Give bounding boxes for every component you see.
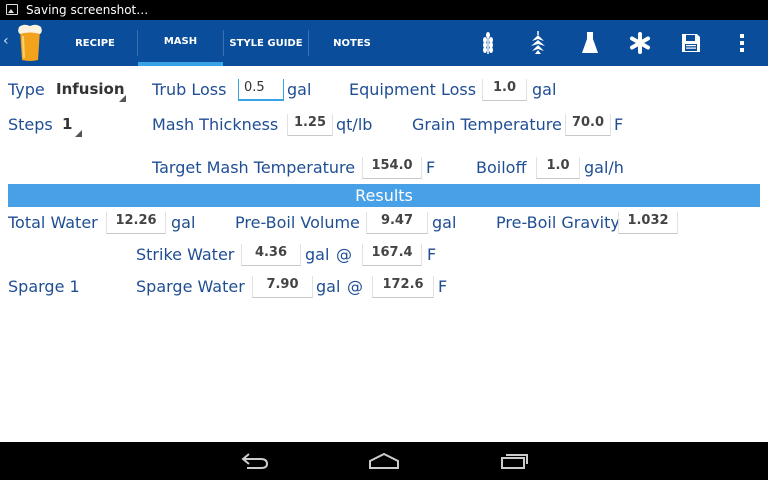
grain-temperature-input[interactable]: 70.0 (565, 114, 611, 136)
preboil-volume-label: Pre-Boil Volume (235, 213, 360, 232)
preboil-volume-value: 9.47 (366, 212, 428, 234)
recent-apps-icon[interactable] (497, 448, 531, 474)
steps-spinner[interactable]: 1 (62, 115, 82, 137)
spinner-arrow-icon (75, 130, 82, 137)
tab-style-guide[interactable]: STYLE GUIDE (224, 20, 308, 66)
back-icon[interactable] (237, 448, 271, 474)
sparge-water-value: 7.90 (252, 276, 313, 298)
action-bar: ‹ RECIPE MASH STYLE GUIDE NOTES (0, 20, 768, 66)
tab-notes[interactable]: NOTES (309, 20, 395, 66)
strike-temperature-value: 167.4 (362, 244, 422, 266)
overflow-menu-icon[interactable] (730, 30, 754, 56)
strike-at-symbol: @ (336, 245, 352, 264)
total-water-unit: gal (171, 213, 196, 232)
sparge-water-unit: gal (316, 277, 341, 296)
up-caret-icon[interactable]: ‹ (3, 33, 9, 49)
steps-value: 1 (62, 115, 73, 133)
total-water-value: 12.26 (106, 212, 166, 234)
strike-water-label: Strike Water (136, 245, 235, 264)
boiloff-label: Boiloff (476, 158, 527, 177)
beer-glass-logo-icon[interactable] (14, 24, 46, 62)
grain-icon[interactable] (476, 30, 500, 56)
trub-loss-input[interactable]: 0.5 (238, 79, 284, 101)
strike-water-unit: gal (305, 245, 330, 264)
tab-mash[interactable]: MASH (138, 20, 223, 66)
status-notification-text: Saving screenshot… (26, 3, 149, 17)
trub-loss-unit: gal (287, 80, 312, 99)
results-header: Results (8, 184, 760, 207)
save-icon[interactable] (679, 30, 703, 56)
sparge-temperature-value: 172.6 (372, 276, 434, 298)
steps-label: Steps (8, 115, 53, 134)
home-icon[interactable] (367, 448, 401, 474)
boiloff-input[interactable]: 1.0 (536, 157, 580, 179)
grain-temperature-label: Grain Temperature (412, 115, 562, 134)
total-water-label: Total Water (8, 213, 98, 232)
asterisk-icon[interactable] (628, 30, 652, 56)
strike-temperature-unit: F (427, 245, 437, 264)
navigation-bar (0, 442, 768, 480)
trub-loss-label: Trub Loss (152, 80, 227, 99)
hops-icon[interactable] (526, 30, 550, 56)
equipment-loss-input[interactable]: 1.0 (482, 79, 527, 101)
type-spinner[interactable]: Infusion (56, 80, 126, 102)
type-value: Infusion (56, 80, 125, 98)
sparge-at-symbol: @ (347, 277, 363, 296)
sparge-temperature-unit: F (438, 277, 448, 296)
preboil-gravity-value: 1.032 (618, 212, 678, 234)
spinner-arrow-icon (119, 95, 126, 102)
mash-thickness-input[interactable]: 1.25 (287, 114, 333, 136)
target-mash-temperature-input[interactable]: 154.0 (362, 157, 422, 179)
target-mash-temperature-label: Target Mash Temperature (152, 158, 356, 177)
sparge-1-label: Sparge 1 (8, 277, 80, 296)
preboil-volume-unit: gal (432, 213, 457, 232)
preboil-gravity-label: Pre-Boil Gravity (496, 213, 620, 232)
boiloff-unit: gal/h (584, 158, 624, 177)
target-mash-temperature-unit: F (426, 158, 436, 177)
mash-thickness-label: Mash Thickness (152, 115, 279, 134)
equipment-loss-unit: gal (532, 80, 557, 99)
type-label: Type (8, 80, 45, 99)
mash-thickness-unit: qt/lb (336, 115, 373, 134)
status-bar: Saving screenshot… (0, 0, 768, 20)
screenshot-notification-icon (6, 4, 18, 15)
tab-recipe[interactable]: RECIPE (60, 20, 130, 66)
sparge-water-label: Sparge Water (136, 277, 245, 296)
flask-icon[interactable] (578, 30, 602, 56)
grain-temperature-unit: F (614, 115, 624, 134)
mash-form: Type Infusion Trub Loss 0.5 gal Equipmen… (0, 66, 768, 442)
equipment-loss-label: Equipment Loss (349, 80, 477, 99)
strike-water-value: 4.36 (241, 244, 301, 266)
